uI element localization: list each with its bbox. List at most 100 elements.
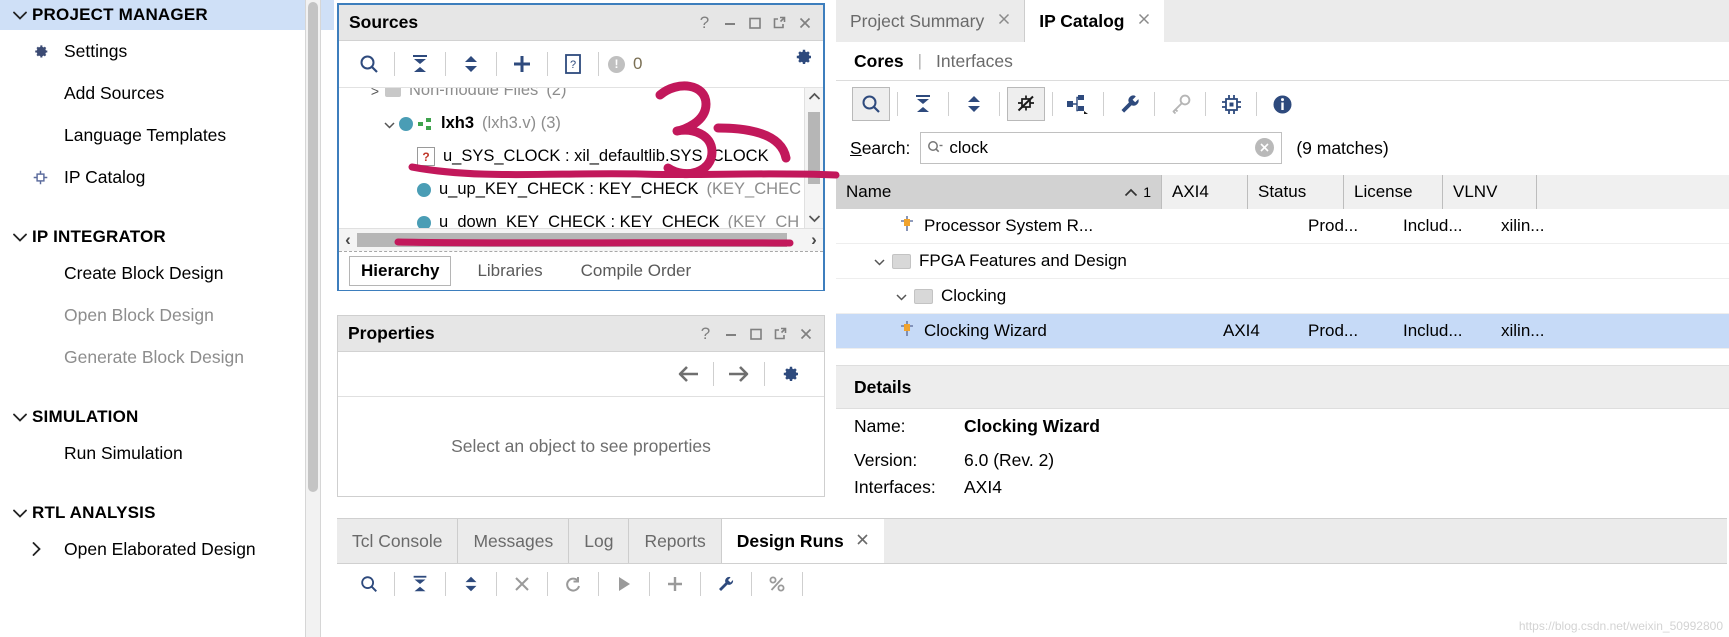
sidebar-item-label: Create Block Design [64,262,224,283]
sidebar-section-ip-integrator[interactable]: IP INTEGRATOR [0,222,336,252]
table-row[interactable]: FPGA Features and Design [836,244,1729,279]
maximize-icon[interactable] [742,10,767,35]
search-dropdown-icon[interactable] [927,140,943,157]
launch-run-icon[interactable] [607,567,641,601]
help-icon[interactable]: ? [693,321,718,346]
float-icon[interactable] [767,10,792,35]
gear-icon[interactable] [773,357,807,391]
sources-vertical-scrollbar[interactable] [804,88,823,228]
delete-run-icon[interactable] [505,567,539,601]
tab-tcl-console[interactable]: Tcl Console [337,519,459,563]
forward-arrow-icon[interactable] [722,357,756,391]
clear-icon[interactable] [1255,138,1275,157]
search-icon[interactable] [352,47,386,81]
hide-disabled-icon[interactable] [1007,87,1045,121]
close-icon[interactable] [793,321,818,346]
close-icon[interactable] [998,12,1010,30]
search-match-count: (9 matches) [1296,137,1389,158]
tree-row[interactable]: lxh3 (lxh3.v) (3) [339,107,823,140]
column-header-axi4[interactable]: AXI4 [1162,175,1248,209]
chevron-down-icon[interactable] [379,116,399,132]
tab-compile-order[interactable]: Compile Order [569,257,704,285]
float-icon[interactable] [768,321,793,346]
tab-reports[interactable]: Reports [629,519,722,563]
license-key-icon[interactable] [1162,88,1198,120]
sidebar-scrollbar[interactable] [305,0,321,637]
tab-messages[interactable]: Messages [458,519,570,563]
scroll-left-icon[interactable]: ‹ [339,230,357,250]
search-icon[interactable] [852,87,890,121]
report-icon[interactable]: ? [556,47,590,81]
minimize-icon[interactable] [718,321,743,346]
sidebar-item-create-block-design[interactable]: Create Block Design [0,252,336,294]
minimize-icon[interactable] [717,10,742,35]
collapse-all-icon[interactable] [403,47,437,81]
subtab-cores[interactable]: Cores [850,51,908,72]
column-header-license[interactable]: License [1344,175,1443,209]
scroll-right-icon[interactable]: › [805,230,823,250]
tab-libraries[interactable]: Libraries [465,257,554,285]
settings-wrench-icon[interactable] [1111,88,1147,120]
sidebar-section-rtl-analysis[interactable]: RTL ANALYSIS [0,498,336,528]
close-icon[interactable] [856,533,869,550]
table-row[interactable]: Processor System R... Prod... Includ... … [836,209,1729,244]
chevron-down-icon[interactable] [866,253,892,269]
tab-ip-catalog[interactable]: IP Catalog [1025,0,1165,42]
column-header-name[interactable]: Name 1 [836,175,1162,209]
tab-log[interactable]: Log [569,519,630,563]
scroll-down-icon[interactable] [805,210,823,228]
sidebar-item-language-templates[interactable]: Language Templates [0,114,336,156]
tree-row[interactable]: u_up_KEY_CHECK : KEY_CHECK (KEY_CHEC [339,173,823,206]
close-icon[interactable] [792,10,817,35]
hscroll-thumb[interactable] [357,233,787,247]
sources-settings-button[interactable] [793,47,813,67]
sources-horizontal-scrollbar[interactable]: ‹ › [339,228,823,251]
sidebar-item-ip-catalog[interactable]: IP Catalog [0,156,336,198]
group-by-icon[interactable] [1060,88,1096,120]
expand-all-icon[interactable] [454,47,488,81]
add-sources-icon[interactable] [505,47,539,81]
subtab-interfaces[interactable]: Interfaces [932,51,1017,72]
tab-project-summary[interactable]: Project Summary [836,0,1026,42]
reset-run-icon[interactable] [556,567,590,601]
tree-row[interactable]: > Non-module Files (2) [339,88,823,107]
chevron-down-icon[interactable] [888,288,914,304]
hscroll-track[interactable] [357,233,805,247]
chevron-right-icon[interactable]: > [365,88,385,99]
ip-settings-icon[interactable] [1213,88,1249,120]
sidebar-scrollbar-thumb[interactable] [308,2,318,492]
message-count-badge[interactable]: ! 0 [608,54,642,74]
back-arrow-icon[interactable] [671,357,705,391]
help-icon[interactable]: ? [692,10,717,35]
sidebar-item-open-elaborated-design[interactable]: Open Elaborated Design [0,528,336,570]
column-header-status[interactable]: Status [1248,175,1344,209]
scroll-up-icon[interactable] [805,88,823,106]
tree-row[interactable]: u_down_KEY_CHECK : KEY_CHECK (KEY_CH [339,206,823,228]
column-header-vlnv[interactable]: VLNV [1443,175,1537,209]
sources-tree[interactable]: > Non-module Files (2) lxh3 (lxh3.v) (3)… [339,87,823,228]
collapse-all-icon[interactable] [403,567,437,601]
search-input[interactable]: clock [920,132,1283,164]
sidebar-item-add-sources[interactable]: Add Sources [0,72,336,114]
maximize-icon[interactable] [743,321,768,346]
tab-hierarchy[interactable]: Hierarchy [349,256,452,286]
collapse-all-icon[interactable] [905,88,941,120]
sidebar-item-settings[interactable]: Settings [0,30,336,72]
sources-scrollbar-thumb[interactable] [808,112,820,184]
tab-design-runs[interactable]: Design Runs [721,519,884,563]
close-icon[interactable] [1138,12,1150,30]
sidebar-item-run-simulation[interactable]: Run Simulation [0,432,336,474]
info-icon[interactable] [1264,88,1300,120]
expand-all-icon[interactable] [454,567,488,601]
sidebar-section-project-manager[interactable]: PROJECT MANAGER [0,0,336,30]
expand-all-icon[interactable] [956,88,992,120]
table-row[interactable]: Clocking Wizard AXI4 Prod... Includ... x… [836,314,1729,349]
add-run-icon[interactable] [658,567,692,601]
sidebar-section-simulation[interactable]: SIMULATION [0,402,336,432]
tree-row[interactable]: ? u_SYS_CLOCK : xil_defaultlib.SYS_CLOCK [339,140,823,173]
percent-icon[interactable] [760,567,794,601]
run-settings-icon[interactable] [709,567,743,601]
search-icon[interactable] [352,567,386,601]
table-row[interactable]: Clocking [836,279,1729,314]
